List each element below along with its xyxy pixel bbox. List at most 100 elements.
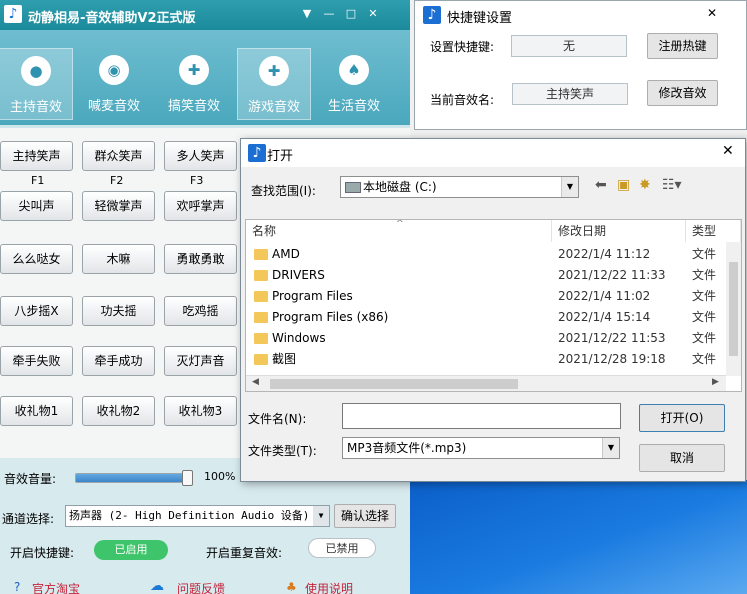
- volume-knob[interactable]: [182, 470, 193, 486]
- filename-label: 文件名(N):: [248, 412, 307, 426]
- maximize-icon[interactable]: □: [344, 7, 358, 21]
- current-sound-field[interactable]: 主持笑声: [512, 83, 628, 105]
- tab-funny-sounds[interactable]: ✚ 搞笑音效: [157, 48, 231, 120]
- scroll-right-icon[interactable]: ▶: [712, 377, 719, 387]
- sound-button[interactable]: 主持笑声: [0, 141, 73, 171]
- back-arrow-icon[interactable]: ⬅: [595, 177, 607, 193]
- sound-button[interactable]: 群众笑声: [82, 141, 155, 171]
- view-menu-icon[interactable]: ☷▾: [662, 177, 682, 193]
- shirt-icon[interactable]: ▼: [300, 7, 314, 21]
- tab-label: 主持音效: [9, 100, 62, 115]
- column-header-date[interactable]: 修改日期: [552, 220, 686, 242]
- sound-button[interactable]: 牵手成功: [82, 346, 155, 376]
- chevron-down-icon[interactable]: ▼: [561, 177, 578, 197]
- file-type: 文件: [692, 289, 717, 303]
- file-row[interactable]: DRIVERS 2021/12/22 11:33 文件: [246, 265, 741, 286]
- channel-select[interactable]: 扬声器 (2- High Definition Audio 设备) ▼: [65, 505, 330, 527]
- dialog-title-bar: ♪ 打开 ✕: [241, 139, 745, 167]
- close-icon[interactable]: ✕: [366, 7, 380, 21]
- sound-button[interactable]: 功夫摇: [82, 296, 155, 326]
- usage-link[interactable]: 使用说明: [305, 580, 353, 594]
- tab-label: 生活音效: [327, 99, 380, 114]
- sound-button[interactable]: 勇敢勇敢: [164, 244, 237, 274]
- taobao-link[interactable]: 官方淘宝: [32, 580, 80, 594]
- open-button[interactable]: 打开(O): [639, 404, 725, 432]
- sound-button[interactable]: 收礼物3: [164, 396, 237, 426]
- file-name: DRIVERS: [272, 268, 325, 282]
- sound-button[interactable]: 尖叫声: [0, 191, 73, 221]
- file-date: 2022/1/4 11:02: [558, 289, 651, 303]
- hotkey-title: 快捷键设置: [447, 11, 513, 26]
- modify-sound-button[interactable]: 修改音效: [647, 80, 718, 106]
- tab-label: 游戏音效: [247, 100, 300, 115]
- repeat-toggle[interactable]: 已禁用: [308, 538, 376, 558]
- folder-icon: [254, 354, 268, 365]
- confirm-channel-button[interactable]: 确认选择: [334, 504, 396, 528]
- volume-fill: [76, 474, 191, 482]
- vertical-scrollbar[interactable]: [726, 242, 741, 376]
- close-icon[interactable]: ✕: [707, 6, 717, 20]
- file-date: 2022/1/4 15:14: [558, 310, 651, 324]
- volume-slider[interactable]: [75, 470, 193, 486]
- file-name: AMD: [272, 247, 300, 261]
- feedback-link[interactable]: 问题反馈: [177, 580, 225, 594]
- person-icon: ●: [21, 56, 51, 86]
- look-in-value: 本地磁盘 (C:): [363, 180, 437, 194]
- horizontal-scrollbar[interactable]: ◀ ▶: [246, 375, 726, 391]
- tab-label: 喊麦音效: [87, 99, 140, 114]
- file-row[interactable]: Windows 2021/12/22 11:53 文件: [246, 328, 741, 349]
- tab-game-sounds[interactable]: ✚ 游戏音效: [237, 48, 311, 120]
- tab-host-sounds[interactable]: ● 主持音效: [0, 48, 73, 120]
- sound-button[interactable]: 木嘛: [82, 244, 155, 274]
- file-row[interactable]: AMD 2022/1/4 11:12 文件: [246, 244, 741, 265]
- filename-input[interactable]: [342, 403, 621, 429]
- file-row[interactable]: 截图 2021/12/28 19:18 文件: [246, 349, 741, 370]
- file-type: 文件: [692, 310, 717, 324]
- horizontal-scroll-thumb[interactable]: [270, 379, 518, 389]
- look-in-select[interactable]: 本地磁盘 (C:) ▼: [340, 176, 579, 198]
- hotkey-toggle[interactable]: 已启用: [94, 540, 168, 560]
- file-date: 2022/1/4 11:12: [558, 247, 651, 261]
- hotkey-toggle-label: 开启快捷键:: [10, 546, 75, 560]
- file-row[interactable]: Program Files 2022/1/4 11:02 文件: [246, 286, 741, 307]
- sound-button[interactable]: 收礼物2: [82, 396, 155, 426]
- tab-label: 搞笑音效: [167, 99, 220, 114]
- folder-icon: [254, 270, 268, 281]
- cancel-button[interactable]: 取消: [639, 444, 725, 472]
- hotkey-field[interactable]: 无: [511, 35, 627, 57]
- file-row[interactable]: Program Files (x86) 2022/1/4 15:14 文件: [246, 307, 741, 328]
- scroll-left-icon[interactable]: ◀: [252, 377, 259, 387]
- cloud-icon: ☁: [150, 578, 164, 594]
- sound-button[interactable]: 轻微掌声: [82, 191, 155, 221]
- sound-button[interactable]: 牵手失败: [0, 346, 73, 376]
- folder-icon: [254, 249, 268, 260]
- file-name: 截图: [272, 352, 297, 366]
- register-hotkey-button[interactable]: 注册热键: [647, 33, 718, 59]
- minimize-icon[interactable]: —: [322, 7, 336, 21]
- sound-button[interactable]: 灭灯声音: [164, 346, 237, 376]
- new-folder-icon[interactable]: ✸: [639, 177, 651, 193]
- close-icon[interactable]: ✕: [722, 143, 734, 159]
- app-title: 动静相易-音效辅助V2正式版: [28, 11, 196, 26]
- column-header-name[interactable]: 名称 ^: [246, 220, 552, 242]
- column-header-type[interactable]: 类型: [686, 220, 741, 242]
- sound-button[interactable]: 吃鸡摇: [164, 296, 237, 326]
- sound-button[interactable]: 多人笑声: [164, 141, 237, 171]
- set-hotkey-label: 设置快捷键:: [430, 40, 495, 54]
- filetype-select[interactable]: MP3音频文件(*.mp3) ▼: [342, 437, 620, 459]
- file-type: 文件: [692, 352, 717, 366]
- tab-life-sounds[interactable]: ♠ 生活音效: [317, 48, 391, 120]
- chevron-down-icon[interactable]: ▼: [313, 506, 329, 526]
- sound-button[interactable]: 欢呼掌声: [164, 191, 237, 221]
- tab-shout-sounds[interactable]: ◉ 喊麦音效: [77, 48, 151, 120]
- column-label: 名称: [252, 224, 277, 238]
- chevron-down-icon[interactable]: ▼: [602, 438, 619, 458]
- up-folder-icon[interactable]: ▣: [617, 177, 630, 193]
- hotkey-title-bar: ♪ 快捷键设置 ✕: [415, 1, 746, 29]
- sound-button[interactable]: 八步摇X: [0, 296, 73, 326]
- vertical-scroll-thumb[interactable]: [729, 262, 738, 356]
- main-title-bar: ♪ 动静相易-音效辅助V2正式版 ▼ — □ ✕: [0, 0, 410, 30]
- sound-button[interactable]: 收礼物1: [0, 396, 73, 426]
- music-note-icon: ♪: [423, 6, 441, 24]
- sound-button[interactable]: 么么哒女: [0, 244, 73, 274]
